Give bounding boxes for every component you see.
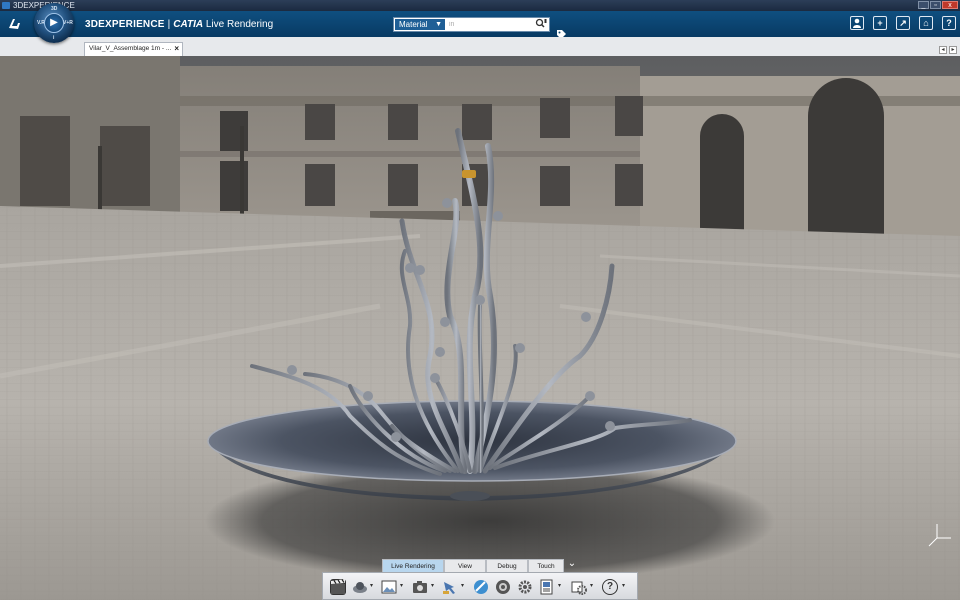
- chevron-down-icon[interactable]: ▾: [558, 582, 561, 589]
- clapper-icon[interactable]: [330, 579, 346, 595]
- brand-title: 3DEXPERIENCE | CATIA Live Rendering: [85, 19, 273, 30]
- dassault-logo-icon: [6, 15, 24, 33]
- search-category-label: Material: [399, 20, 428, 29]
- brand-separator: |: [167, 19, 171, 30]
- compass-label-bottom: i: [53, 35, 55, 41]
- tab-scroll-right-icon[interactable]: ▸: [949, 46, 957, 54]
- axis-orientation-icon: [925, 520, 955, 550]
- minimize-button[interactable]: _: [918, 1, 929, 9]
- image-icon[interactable]: [381, 579, 397, 595]
- app-icon: [2, 2, 10, 9]
- action-bar-tabs: Live Rendering View Debug Touch: [382, 559, 564, 572]
- chevron-down-icon[interactable]: ▾: [622, 582, 625, 589]
- chevron-down-icon[interactable]: ⌄: [566, 559, 578, 571]
- close-icon[interactable]: ×: [174, 43, 179, 55]
- document-tab-bar: Vilar_V_Assemblage 1m - ... ×: [0, 37, 960, 57]
- tab-view[interactable]: View: [444, 559, 486, 572]
- compass-label-right: V+R: [63, 20, 73, 26]
- app-name: Live Rendering: [205, 19, 274, 30]
- light-icon[interactable]: [442, 579, 458, 595]
- camera-icon[interactable]: [412, 579, 428, 595]
- add-icon[interactable]: +: [873, 16, 887, 30]
- tab-live-rendering[interactable]: Live Rendering: [382, 559, 444, 572]
- os-title-bar: 3DEXPERIENCE _ ▫ x: [0, 0, 960, 11]
- maximize-button[interactable]: ▫: [930, 1, 941, 9]
- user-icon[interactable]: [850, 16, 864, 30]
- close-window-button[interactable]: x: [942, 1, 958, 9]
- sticker-icon[interactable]: [495, 579, 511, 595]
- search-icon[interactable]: [535, 18, 547, 32]
- render-settings-icon[interactable]: [539, 579, 555, 595]
- search-bar[interactable]: Material ▼: [393, 17, 550, 32]
- help-icon[interactable]: ?: [942, 16, 956, 30]
- share-icon[interactable]: ↗: [896, 16, 910, 30]
- tab-touch[interactable]: Touch: [528, 559, 564, 572]
- output-icon[interactable]: [571, 579, 587, 595]
- label-tag: [462, 170, 476, 178]
- environment-icon[interactable]: [352, 579, 368, 595]
- product-name: CATIA: [173, 19, 204, 30]
- action-bar: ▾ ▾ ▾ ▾ ▾ ▾ ? ▾: [322, 572, 638, 600]
- document-tab-label: Vilar_V_Assemblage 1m - ...: [89, 45, 172, 52]
- tab-scroll-left-icon[interactable]: ◂: [939, 46, 947, 54]
- brand-name: 3DEXPERIENCE: [85, 19, 165, 30]
- search-input[interactable]: [447, 19, 531, 30]
- chevron-down-icon[interactable]: ▾: [461, 582, 464, 589]
- play-icon[interactable]: ▶: [44, 13, 64, 33]
- search-category-dropdown[interactable]: Material ▼: [395, 19, 445, 30]
- chevron-down-icon[interactable]: ▾: [590, 582, 593, 589]
- chevron-down-icon: ▼: [435, 21, 442, 28]
- material-sphere-icon[interactable]: [473, 579, 489, 595]
- 3d-viewport[interactable]: [0, 56, 960, 600]
- home-icon[interactable]: ⌂: [919, 16, 933, 30]
- chevron-down-icon[interactable]: ▾: [370, 582, 373, 589]
- chevron-down-icon[interactable]: ▾: [431, 582, 434, 589]
- compass-widget[interactable]: 3D V.R V+R i ▶: [34, 3, 74, 43]
- chevron-down-icon[interactable]: ▾: [400, 582, 403, 589]
- tab-debug[interactable]: Debug: [486, 559, 528, 572]
- help-icon[interactable]: ?: [602, 579, 618, 595]
- compass-label-top: 3D: [51, 6, 58, 12]
- document-tab[interactable]: Vilar_V_Assemblage 1m - ... ×: [84, 42, 183, 56]
- settings-gear-icon[interactable]: [517, 579, 533, 595]
